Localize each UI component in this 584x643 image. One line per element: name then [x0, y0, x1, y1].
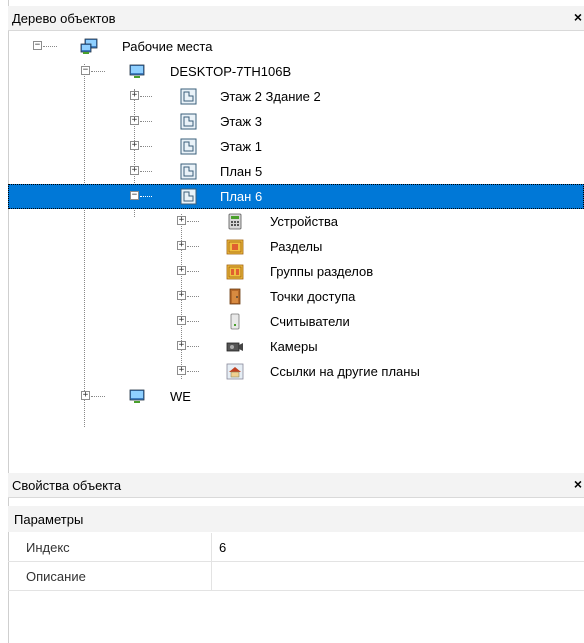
house-link-icon	[226, 363, 244, 380]
plan-icon	[180, 163, 197, 180]
computer-icon	[129, 389, 145, 403]
property-divider	[211, 533, 212, 561]
tree-node-label: Разделы	[270, 239, 323, 254]
expand-toggle-icon[interactable]: +	[177, 366, 186, 375]
object-properties-header: Свойства объекта ×	[8, 473, 584, 498]
expand-toggle-icon[interactable]: +	[130, 141, 139, 150]
tree-node-label: Группы разделов	[270, 264, 374, 279]
property-row-description[interactable]: Описание	[8, 562, 584, 591]
tree-node-workstations[interactable]: − Рабочие места	[8, 34, 584, 59]
tree-node-plan-links[interactable]: + Ссылки на другие планы	[8, 359, 584, 384]
tree-connector	[91, 71, 105, 72]
collapse-toggle-icon[interactable]: −	[81, 66, 90, 75]
tree-connector	[43, 46, 57, 47]
tree-node-label: План 6	[220, 189, 263, 204]
object-tree[interactable]: − Рабочие места − DESKTOP-7TH106B + Этаж…	[8, 34, 584, 458]
tree-node-label: Этаж 1	[220, 139, 262, 154]
tree-node-plan[interactable]: + Этаж 2 Здание 2	[8, 84, 584, 109]
plan-icon	[180, 113, 197, 130]
expand-toggle-icon[interactable]: +	[81, 391, 90, 400]
tree-connector	[140, 96, 152, 97]
tree-node-label: WE	[170, 389, 191, 404]
parameters-section[interactable]: Параметры	[8, 506, 584, 532]
workstation-icon	[80, 38, 98, 54]
plan-icon	[180, 138, 197, 155]
tree-node-label: Рабочие места	[122, 39, 213, 54]
plan-icon	[180, 188, 197, 205]
object-tree-title: Дерево объектов	[12, 10, 116, 26]
tree-node-desktop[interactable]: − DESKTOP-7TH106B	[8, 59, 584, 84]
tree-node-label: Точки доступа	[270, 289, 356, 304]
tree-connector	[187, 371, 199, 372]
tree-connector	[91, 396, 105, 397]
expand-toggle-icon[interactable]: +	[177, 266, 186, 275]
tree-node-section-groups[interactable]: + Группы разделов	[8, 259, 584, 284]
expand-toggle-icon[interactable]: +	[177, 316, 186, 325]
expand-toggle-icon[interactable]: +	[130, 116, 139, 125]
expand-toggle-icon[interactable]: +	[177, 241, 186, 250]
tree-node-plan[interactable]: + Этаж 1	[8, 134, 584, 159]
object-properties-close-icon[interactable]: ×	[574, 476, 582, 492]
property-divider	[211, 562, 212, 590]
object-properties-title: Свойства объекта	[12, 477, 122, 493]
object-tree-header: Дерево объектов ×	[8, 6, 584, 31]
computer-icon	[129, 64, 145, 78]
tree-connector	[187, 271, 199, 272]
property-row-index[interactable]: Индекс 6	[8, 533, 584, 562]
tree-connector	[187, 321, 199, 322]
tree-node-label: Устройства	[270, 214, 339, 229]
tree-node-label: Этаж 3	[220, 114, 262, 129]
tree-connector	[140, 121, 152, 122]
object-tree-close-icon[interactable]: ×	[574, 9, 582, 25]
tree-node-readers[interactable]: + Считыватели	[8, 309, 584, 334]
camera-icon	[226, 342, 243, 352]
section-groups-icon	[226, 264, 244, 280]
tree-connector	[140, 171, 152, 172]
tree-node-plan[interactable]: + Этаж 3	[8, 109, 584, 134]
devices-icon	[228, 213, 242, 230]
tree-connector	[187, 221, 199, 222]
sections-icon	[226, 239, 244, 255]
plan-icon	[180, 88, 197, 105]
expand-toggle-icon[interactable]: +	[177, 216, 186, 225]
tree-node-sections[interactable]: + Разделы	[8, 234, 584, 259]
tree-node-plan[interactable]: + План 5	[8, 159, 584, 184]
tree-connector	[187, 246, 199, 247]
tree-node-plan-selected[interactable]: − План 6	[8, 184, 584, 209]
tree-connector	[140, 146, 152, 147]
tree-node-label: Камеры	[270, 339, 318, 354]
tree-node-we[interactable]: + WE	[8, 384, 584, 409]
property-value[interactable]: 6	[219, 540, 226, 555]
property-name: Индекс	[26, 540, 70, 555]
expand-toggle-icon[interactable]: +	[177, 291, 186, 300]
expand-toggle-icon[interactable]: +	[130, 166, 139, 175]
expand-toggle-icon[interactable]: +	[177, 341, 186, 350]
expand-toggle-icon[interactable]: +	[130, 91, 139, 100]
tree-node-access-points[interactable]: + Точки доступа	[8, 284, 584, 309]
reader-icon	[230, 313, 240, 330]
tree-connector	[187, 296, 199, 297]
tree-node-label: План 5	[220, 164, 263, 179]
property-name: Описание	[26, 569, 86, 584]
collapse-toggle-icon[interactable]: −	[33, 41, 42, 50]
tree-node-label: DESKTOP-7TH106B	[170, 64, 292, 79]
tree-node-label: Считыватели	[270, 314, 350, 329]
parameters-section-label: Параметры	[14, 511, 84, 527]
tree-node-cameras[interactable]: + Камеры	[8, 334, 584, 359]
tree-node-devices[interactable]: + Устройства	[8, 209, 584, 234]
tree-connector	[187, 346, 199, 347]
door-icon	[229, 288, 241, 305]
tree-node-label: Ссылки на другие планы	[270, 364, 420, 379]
tree-connector	[140, 196, 152, 197]
tree-node-label: Этаж 2 Здание 2	[220, 89, 321, 104]
collapse-toggle-icon[interactable]: −	[130, 191, 139, 200]
